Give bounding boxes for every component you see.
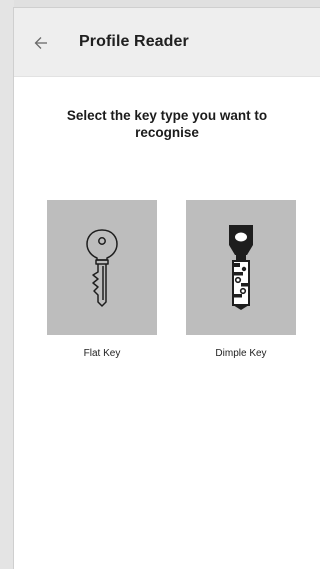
back-button[interactable]	[30, 32, 52, 54]
flat-key-label: Flat Key	[83, 348, 121, 359]
flat-key-option[interactable]: Flat Key	[47, 200, 157, 359]
arrow-left-icon	[34, 37, 47, 49]
dimple-key-label: Dimple Key	[215, 348, 267, 359]
instruction-line-1: Select the key type you want to	[66, 108, 268, 123]
flat-key-icon	[86, 228, 118, 307]
app-surface: Profile Reader Select the key type you w…	[14, 8, 320, 569]
instruction-heading: Select the key type you want to recognis…	[14, 107, 320, 141]
left-edge	[0, 0, 14, 569]
app-bar: Profile Reader	[14, 8, 320, 77]
dimple-key-icon	[229, 224, 253, 310]
dimple-key-option[interactable]: Dimple Key	[186, 200, 296, 359]
dimple-key-tile[interactable]	[186, 200, 296, 335]
page-title: Profile Reader	[79, 33, 189, 50]
top-edge	[0, 0, 320, 8]
flat-key-tile[interactable]	[47, 200, 157, 335]
screen-frame: Profile Reader Select the key type you w…	[0, 0, 320, 569]
instruction-line-2: recognise	[135, 125, 199, 140]
